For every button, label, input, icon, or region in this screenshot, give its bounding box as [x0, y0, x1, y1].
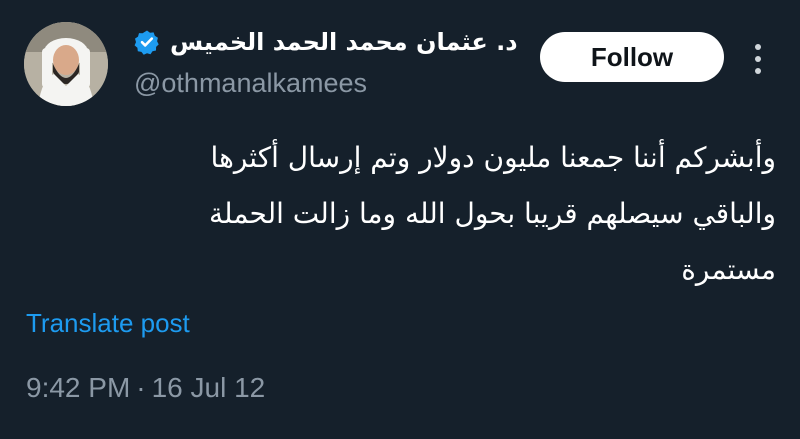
post-time: 9:42 PM — [26, 372, 131, 403]
timestamp-separator: · — [136, 372, 146, 403]
avatar-image — [24, 22, 108, 106]
more-options-icon[interactable] — [752, 44, 764, 74]
author-handle[interactable]: @othmanalkamees — [134, 68, 367, 99]
translate-post-link[interactable]: Translate post — [26, 308, 190, 339]
author-name-row: د. عثمان محمد الحمد الخميس — [134, 28, 518, 56]
author-display-name[interactable]: د. عثمان محمد الحمد الخميس — [170, 28, 518, 56]
avatar[interactable] — [24, 22, 108, 106]
verified-badge-icon — [134, 30, 159, 55]
follow-button[interactable]: Follow — [540, 32, 724, 82]
more-dot — [755, 68, 761, 74]
post-timestamp[interactable]: 9:42 PM · 16 Jul 12 — [26, 372, 265, 404]
more-dot — [755, 44, 761, 50]
post-date: 16 Jul 12 — [151, 372, 266, 403]
more-dot — [755, 56, 761, 62]
post-text: وأبشركم أننا جمعنا مليون دولار وتم إرسال… — [209, 141, 776, 286]
